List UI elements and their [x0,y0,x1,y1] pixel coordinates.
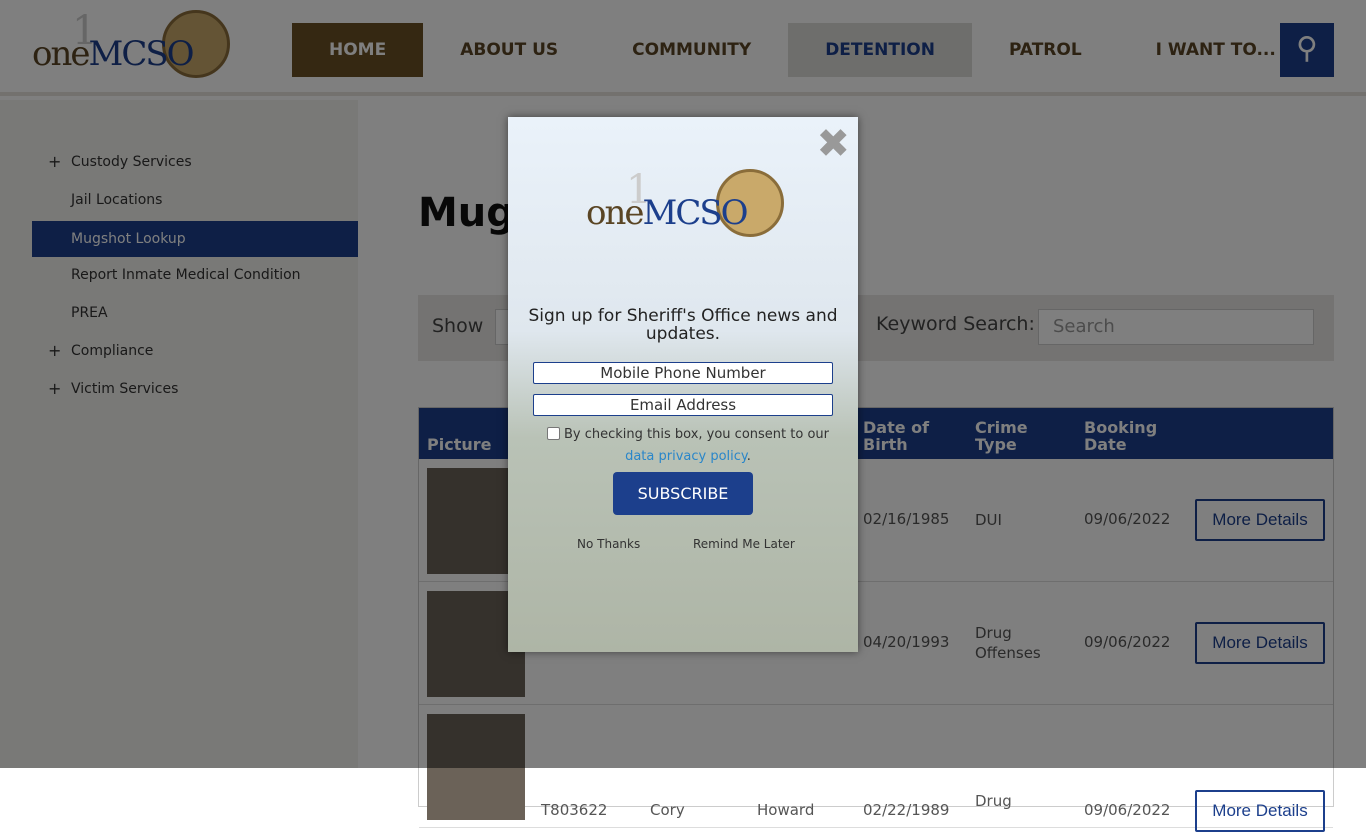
first-name: Cory [650,801,685,819]
phone-input[interactable]: Mobile Phone Number [533,362,833,384]
privacy-policy-link[interactable]: data privacy policy [625,449,747,464]
last-name: Howard [757,801,815,819]
email-input[interactable]: Email Address [533,394,833,416]
logo-text: oneMCSO [586,193,749,233]
modal-logo: 1 oneMCSO [586,167,786,255]
subscribe-modal: ✖ 1 oneMCSO Sign up for Sheriff's Office… [508,117,858,652]
consent-checkbox[interactable] [547,427,560,440]
crime-type: Drug [975,792,1012,810]
subscribe-button[interactable]: SUBSCRIBE [613,472,753,515]
booking-number: T803622 [541,801,608,819]
consent-end: . [746,449,751,464]
no-thanks-link[interactable]: No Thanks [577,537,640,551]
consent-label: By checking this box, you consent to our [564,427,829,442]
date-of-birth: 02/22/1989 [863,801,950,819]
more-details-button[interactable]: More Details [1195,790,1325,832]
modal-heading: Sign up for Sheriff's Office news and up… [528,306,838,344]
remind-later-link[interactable]: Remind Me Later [693,537,795,551]
consent-text: By checking this box, you consent to our… [538,424,838,468]
close-icon[interactable]: ✖ [816,121,850,167]
booking-date: 09/06/2022 [1084,801,1171,819]
